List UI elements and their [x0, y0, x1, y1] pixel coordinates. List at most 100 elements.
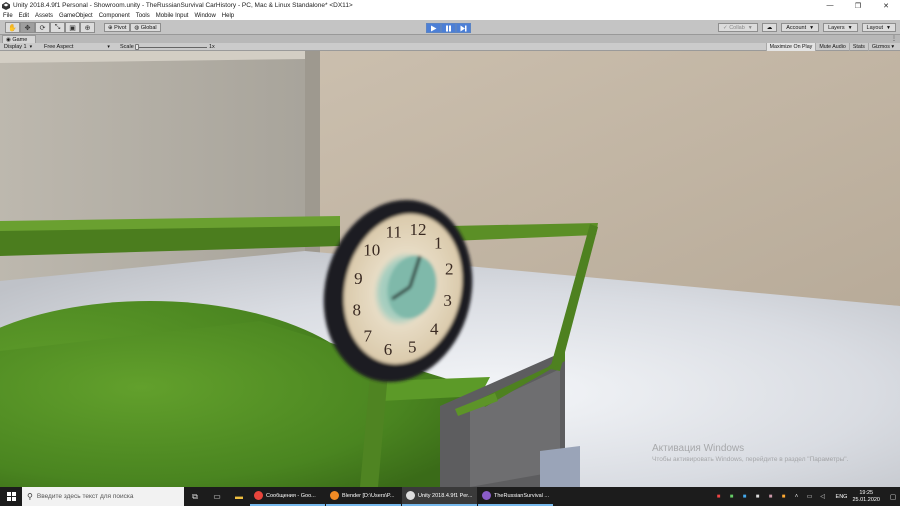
taskbar-clock[interactable]: 19:25 25.01.2020 — [852, 490, 880, 504]
maximize-on-play-toggle[interactable]: Maximize On Play — [765, 43, 816, 51]
game-view-toolbar: Display 1 ▾ Free Aspect ▾ Scale 1x Maximiz… — [0, 43, 900, 51]
stats-toggle[interactable]: Stats — [848, 43, 868, 51]
play-controls — [426, 23, 471, 33]
taskbar-app-blender[interactable]: Blender [D:\Users\P... — [326, 487, 401, 506]
menu-mobile-input[interactable]: Mobile Input — [156, 13, 189, 19]
task-view-icon[interactable]: ⧉ — [184, 487, 206, 506]
clock-date: 25.01.2020 — [852, 496, 880, 503]
rect-tool-icon[interactable]: ▣ — [65, 22, 80, 33]
chevron-down-icon: ▾ — [29, 44, 33, 50]
pivot-toggle[interactable]: ⊕ Pivot — [104, 23, 131, 32]
file-explorer-icon[interactable]: ▬ — [228, 487, 250, 506]
taskbar-app-label: TheRussianSurvival ... — [494, 492, 550, 499]
layout-dropdown[interactable]: Layout ▼ — [861, 23, 896, 32]
taskbar-app-label: Blender [D:\Users\P... — [342, 492, 395, 499]
scene-render: 12 12 345678 910 11 — [0, 51, 900, 487]
chevron-down-icon: ▼ — [747, 24, 753, 31]
network-icon[interactable]: ▭ — [805, 492, 815, 502]
clock-numeral: 1 — [434, 234, 443, 253]
main-toolbar: ✋ ✥ ⟳ ⤡ ▣ ⊕ ⊕ Pivot ◍ Global ✓ Collab ▼ ☁… — [0, 20, 900, 35]
menu-bar: File Edit Assets GameObject Component To… — [0, 11, 900, 20]
taskbar-app-unity[interactable]: Unity 2018.4.9f1 Per... — [402, 487, 477, 506]
start-button[interactable] — [0, 487, 22, 506]
scale-value: 1x — [209, 44, 215, 50]
unity-icon — [406, 491, 415, 500]
search-icon: ⚲ — [27, 492, 33, 501]
visual-studio-icon — [482, 491, 491, 500]
tray-app-icon[interactable]: ■ — [714, 492, 724, 502]
tray-app-icon[interactable]: ■ — [766, 492, 776, 502]
hand-icon[interactable]: ✋ — [5, 22, 20, 33]
language-indicator[interactable]: ENG — [836, 494, 848, 500]
clock-numeral: 6 — [384, 340, 393, 359]
chevron-down-icon: ▼ — [847, 24, 853, 31]
rotate-icon[interactable]: ⟳ — [35, 22, 50, 33]
clock-numeral: 2 — [445, 260, 454, 279]
scale-slider-thumb[interactable] — [135, 44, 139, 50]
gizmos-dropdown[interactable]: Gizmos ▾ — [867, 43, 897, 51]
transform-tool-icon[interactable]: ⊕ — [80, 22, 95, 33]
pause-button[interactable] — [441, 23, 456, 33]
display-dropdown[interactable]: Display 1 ▾ — [4, 44, 32, 50]
menu-assets[interactable]: Assets — [35, 13, 53, 19]
tab-menu-icon[interactable]: ⋮ — [891, 35, 897, 42]
chevron-down-icon: ▼ — [886, 24, 891, 31]
taskbar-app-label: Unity 2018.4.9f1 Per... — [418, 492, 473, 499]
clock-numeral: 12 — [410, 220, 427, 239]
watermark-title: Активация Windows — [652, 443, 745, 454]
layers-dropdown[interactable]: Layers ▼ — [823, 23, 858, 32]
cloud-button[interactable]: ☁ — [761, 23, 778, 32]
cloud-icon: ☁ — [766, 24, 773, 31]
taskbar-app-label: Сообщения - Goo... — [266, 492, 316, 499]
chevron-up-icon[interactable]: ˄ — [792, 492, 802, 502]
close-button[interactable]: ✕ — [872, 0, 900, 11]
maximize-button[interactable]: ❐ — [844, 0, 872, 11]
search-placeholder: Введите здесь текст для поиска — [36, 493, 134, 500]
scale-icon[interactable]: ⤡ — [50, 22, 65, 33]
menu-component[interactable]: Component — [99, 13, 130, 19]
aspect-dropdown[interactable]: Free Aspect ▾ — [44, 44, 110, 50]
game-viewport[interactable]: 12 1 2 3 4 5 6 7 8 9 10 11 Активация Windows Чтобы … — [0, 51, 900, 487]
volume-icon[interactable]: ◁ — [818, 492, 828, 502]
display-label: Display 1 — [4, 44, 27, 50]
minimize-button[interactable]: — — [816, 0, 844, 11]
clock-numeral: 7 — [363, 327, 372, 346]
menu-gameobject[interactable]: GameObject — [59, 13, 93, 19]
notification-icon[interactable]: ▢ — [886, 487, 900, 506]
menu-window[interactable]: Window — [194, 13, 215, 19]
menu-file[interactable]: File — [3, 13, 13, 19]
collab-label: Collab — [729, 24, 745, 31]
menu-edit[interactable]: Edit — [19, 13, 29, 19]
move-icon[interactable]: ✥ — [20, 22, 35, 33]
clock-numeral: 5 — [408, 338, 417, 357]
aspect-label: Free Aspect — [44, 44, 74, 50]
tray-app-icon[interactable]: ■ — [740, 492, 750, 502]
global-toggle[interactable]: ◍ Global — [130, 23, 161, 32]
account-dropdown[interactable]: Account ▼ — [781, 23, 820, 32]
tray-app-icon[interactable]: ■ — [727, 492, 737, 502]
tab-game[interactable]: ◉ Game — [2, 35, 37, 43]
taskbar-app-chrome[interactable]: Сообщения - Goo... — [250, 487, 325, 506]
tray-app-icon[interactable]: ■ — [779, 492, 789, 502]
layers-label: Layers — [828, 24, 845, 31]
gizmos-label: Gizmos — [871, 44, 890, 50]
pivot-controls: ⊕ Pivot ◍ Global — [104, 23, 161, 32]
system-tray: ■ ■ ■ ■ ■ ■ ˄ ▭ ◁ ENG 19:25 25.01.2020 ▢ — [714, 487, 900, 506]
monitor-app-icon[interactable]: ▭ — [206, 487, 228, 506]
menu-help[interactable]: Help — [222, 13, 234, 19]
mute-audio-toggle[interactable]: Mute Audio — [815, 43, 849, 51]
blender-icon — [330, 491, 339, 500]
collab-dropdown[interactable]: ✓ Collab ▼ — [718, 23, 758, 32]
step-button[interactable] — [456, 23, 471, 33]
taskbar-app-visual-studio[interactable]: TheRussianSurvival ... — [478, 487, 553, 506]
play-icon — [431, 25, 437, 31]
tray-app-icon[interactable]: ■ — [753, 492, 763, 502]
chevron-down-icon: ▾ — [889, 44, 894, 50]
chrome-icon — [254, 491, 263, 500]
title-bar: Unity 2018.4.9f1 Personal - Showroom.uni… — [0, 0, 900, 11]
play-button[interactable] — [426, 23, 441, 33]
scale-slider-track[interactable] — [137, 46, 207, 48]
taskbar-search-box[interactable]: ⚲ Введите здесь текст для поиска — [22, 487, 184, 506]
menu-tools[interactable]: Tools — [136, 13, 150, 19]
windows-taskbar: ⚲ Введите здесь текст для поиска ⧉ ▭ ▬ С… — [0, 487, 900, 506]
